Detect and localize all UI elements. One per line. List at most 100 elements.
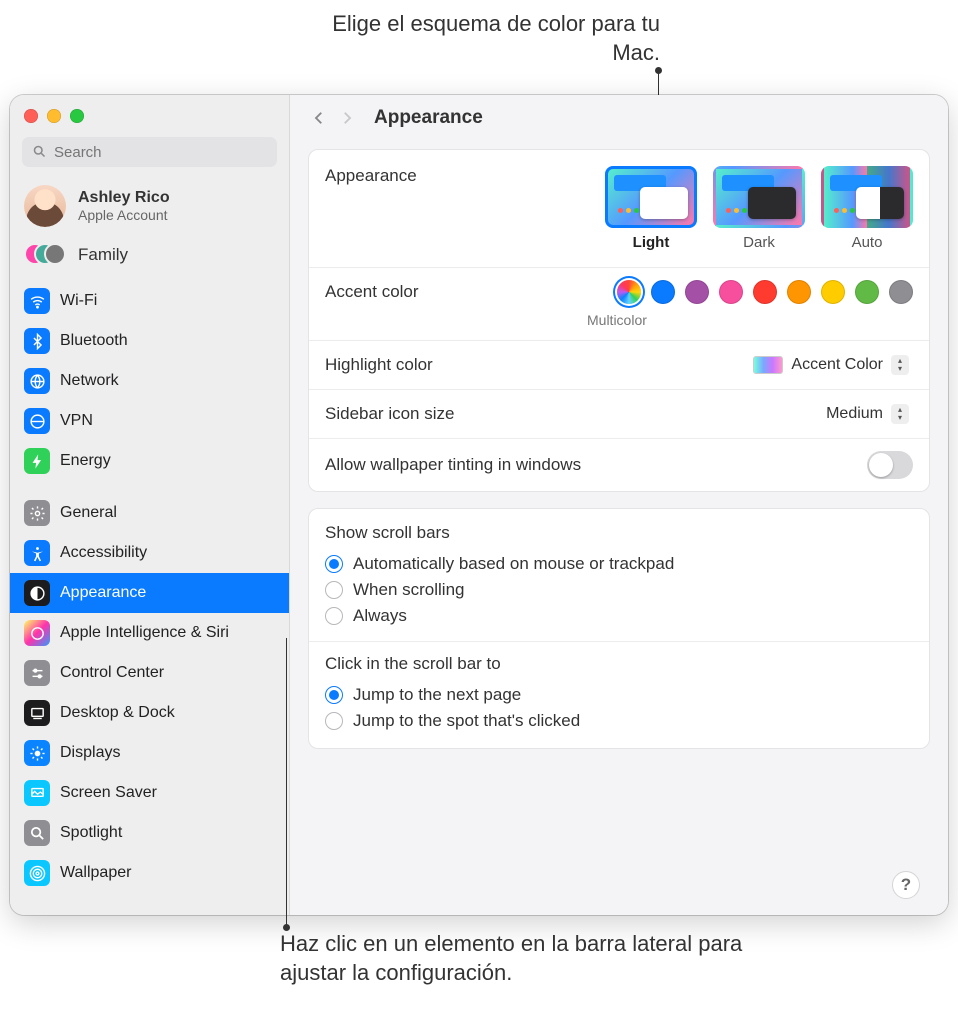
sidebar-item-label: Bluetooth <box>60 332 128 350</box>
family-icon <box>24 243 66 267</box>
controlcenter-icon <box>24 660 50 686</box>
spotlight-icon <box>24 820 50 846</box>
content-pane: Appearance Appearance Light Dark Auto Acce… <box>290 95 948 915</box>
updown-icon: ▴▾ <box>891 404 909 424</box>
accent-swatch-7[interactable] <box>855 280 879 304</box>
scrollclick-title: Click in the scroll bar to <box>325 654 913 674</box>
appearance-option-auto[interactable]: Auto <box>821 166 913 251</box>
back-button[interactable] <box>308 107 330 129</box>
radio-button[interactable] <box>325 581 343 599</box>
energy-icon <box>24 448 50 474</box>
sidebar-item-displays[interactable]: Displays <box>10 733 289 773</box>
scrollclick-option-1[interactable]: Jump to the spot that's clicked <box>325 708 913 734</box>
sidebar-item-general[interactable]: General <box>10 493 289 533</box>
sidebar-item-siri[interactable]: Apple Intelligence & Siri <box>10 613 289 653</box>
accent-swatch-4[interactable] <box>753 280 777 304</box>
window-controls <box>10 95 289 133</box>
radio-label: When scrolling <box>353 580 465 600</box>
appearance-thumb-light <box>605 166 697 228</box>
sidebar-item-appearance[interactable]: Appearance <box>10 573 289 613</box>
scrollbars-option-2[interactable]: Always <box>325 603 913 629</box>
search-input[interactable] <box>22 137 277 167</box>
accent-swatch-5[interactable] <box>787 280 811 304</box>
appearance-card: Appearance LightDarkAuto Accent color Mu… <box>308 149 930 492</box>
appearance-label: Appearance <box>325 166 417 186</box>
screensaver-icon <box>24 780 50 806</box>
accent-label: Accent color <box>325 282 419 302</box>
sidebar-icon-label: Sidebar icon size <box>325 404 454 424</box>
accent-swatch-2[interactable] <box>685 280 709 304</box>
sidebar-item-desktop[interactable]: Desktop & Dock <box>10 693 289 733</box>
bluetooth-icon <box>24 328 50 354</box>
general-icon <box>24 500 50 526</box>
zoom-button[interactable] <box>70 109 84 123</box>
radio-label: Automatically based on mouse or trackpad <box>353 554 674 574</box>
sidebar-item-label: Control Center <box>60 664 164 682</box>
siri-icon <box>24 620 50 646</box>
sidebar-item-screensaver[interactable]: Screen Saver <box>10 773 289 813</box>
sidebar-item-label: General <box>60 504 117 522</box>
scrollbars-option-1[interactable]: When scrolling <box>325 577 913 603</box>
accent-swatch-1[interactable] <box>651 280 675 304</box>
page-title: Appearance <box>374 107 483 129</box>
sidebar-item-label: Wallpaper <box>60 864 131 882</box>
sidebar-item-spotlight[interactable]: Spotlight <box>10 813 289 853</box>
radio-button[interactable] <box>325 555 343 573</box>
appearance-option-label: Light <box>633 234 670 251</box>
account-name: Ashley Rico <box>78 189 170 207</box>
sidebar-item-wifi[interactable]: Wi-Fi <box>10 281 289 321</box>
scroll-card: Show scroll bars Automatically based on … <box>308 508 930 749</box>
vpn-icon <box>24 408 50 434</box>
minimize-button[interactable] <box>47 109 61 123</box>
radio-label: Always <box>353 606 407 626</box>
appearance-icon <box>24 580 50 606</box>
highlight-swatch <box>753 356 783 374</box>
radio-label: Jump to the spot that's clicked <box>353 711 580 731</box>
scrollclick-option-0[interactable]: Jump to the next page <box>325 682 913 708</box>
scrollbars-option-0[interactable]: Automatically based on mouse or trackpad <box>325 551 913 577</box>
sidebar-item-label: Displays <box>60 744 120 762</box>
account-row[interactable]: Ashley Rico Apple Account <box>10 179 289 233</box>
appearance-thumb-auto <box>821 166 913 228</box>
scrollbars-title: Show scroll bars <box>325 523 913 543</box>
family-row[interactable]: Family <box>10 233 289 281</box>
radio-button[interactable] <box>325 607 343 625</box>
callout-top: Elige el esquema de color para tu Mac. <box>320 10 660 67</box>
updown-icon: ▴▾ <box>891 355 909 375</box>
accent-swatch-0[interactable] <box>617 280 641 304</box>
displays-icon <box>24 740 50 766</box>
accent-swatch-3[interactable] <box>719 280 743 304</box>
sidebar-item-vpn[interactable]: VPN <box>10 401 289 441</box>
sidebar-item-controlcenter[interactable]: Control Center <box>10 653 289 693</box>
appearance-option-light[interactable]: Light <box>605 166 697 251</box>
sidebar-item-network[interactable]: Network <box>10 361 289 401</box>
close-button[interactable] <box>24 109 38 123</box>
wallpaper-icon <box>24 860 50 886</box>
accent-swatch-6[interactable] <box>821 280 845 304</box>
sidebar-item-label: Spotlight <box>60 824 122 842</box>
forward-button[interactable] <box>336 107 358 129</box>
accent-swatch-8[interactable] <box>889 280 913 304</box>
search-icon <box>32 144 47 159</box>
help-button[interactable]: ? <box>892 871 920 899</box>
sidebar-item-bluetooth[interactable]: Bluetooth <box>10 321 289 361</box>
appearance-thumb-dark <box>713 166 805 228</box>
appearance-option-label: Dark <box>743 234 775 251</box>
highlight-select[interactable]: Accent Color ▴▾ <box>745 353 913 377</box>
sidebar-item-energy[interactable]: Energy <box>10 441 289 481</box>
sidebar-nav: Wi-Fi Bluetooth Network VPNEnergy General Acc… <box>10 281 289 915</box>
callout-line-bottom <box>286 638 287 928</box>
sidebar-item-label: Apple Intelligence & Siri <box>60 624 229 642</box>
sidebar-item-accessibility[interactable]: Accessibility <box>10 533 289 573</box>
sidebar-icon-select[interactable]: Medium ▴▾ <box>818 402 913 426</box>
sidebar-item-label: Network <box>60 372 119 390</box>
settings-window: Ashley Rico Apple Account Family Wi-Fi Bl… <box>10 95 948 915</box>
sidebar-icon-value: Medium <box>826 405 883 423</box>
tinting-toggle[interactable] <box>867 451 913 479</box>
desktop-icon <box>24 700 50 726</box>
appearance-option-dark[interactable]: Dark <box>713 166 805 251</box>
radio-button[interactable] <box>325 712 343 730</box>
sidebar-item-wallpaper[interactable]: Wallpaper <box>10 853 289 893</box>
accessibility-icon <box>24 540 50 566</box>
radio-button[interactable] <box>325 686 343 704</box>
